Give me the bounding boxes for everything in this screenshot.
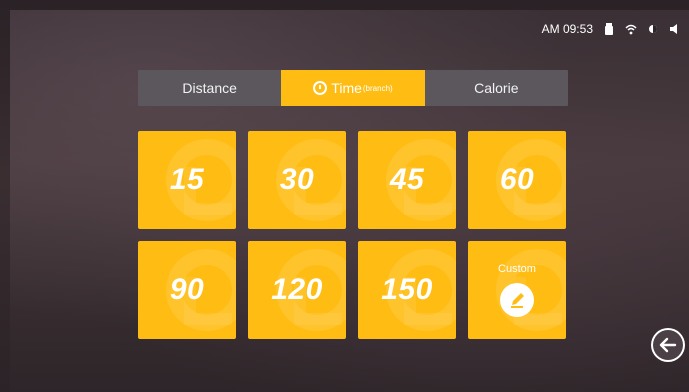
preset-tile-90[interactable]: 90 xyxy=(138,241,236,339)
volume-icon xyxy=(669,23,681,35)
preset-value: 60 xyxy=(499,163,535,196)
tab-distance-label: Distance xyxy=(182,80,237,96)
preset-value: 45 xyxy=(389,163,425,196)
mode-tabs: Distance Time (branch) Calorie xyxy=(138,70,568,106)
app-screen: AM 09:53 Distance Time (branch) Calorie xyxy=(10,10,689,392)
tab-time-unit: (branch) xyxy=(362,83,393,93)
preset-tile-15[interactable]: 15 xyxy=(138,131,236,229)
wifi-icon xyxy=(625,23,637,35)
preset-value: 120 xyxy=(271,273,323,306)
preset-tile-150[interactable]: 150 xyxy=(358,241,456,339)
usb-icon xyxy=(603,23,615,35)
preset-tile-45[interactable]: 45 xyxy=(358,131,456,229)
back-button[interactable] xyxy=(651,328,685,362)
preset-value: 30 xyxy=(279,163,315,196)
tab-calorie-label: Calorie xyxy=(474,80,519,96)
edit-icon xyxy=(500,283,534,317)
tab-time-label: Time xyxy=(331,80,362,96)
status-time: AM 09:53 xyxy=(541,22,593,36)
tab-distance[interactable]: Distance xyxy=(138,70,281,106)
tab-calorie[interactable]: Calorie xyxy=(425,70,568,106)
alarm-clock-icon xyxy=(313,81,328,95)
preset-value: 15 xyxy=(169,163,205,196)
preset-tile-120[interactable]: 120 xyxy=(248,241,346,339)
status-bar: AM 09:53 xyxy=(542,22,681,36)
arrow-left-icon xyxy=(659,337,677,353)
preset-value: 150 xyxy=(381,273,433,306)
custom-tile[interactable]: Custom xyxy=(468,241,566,339)
preset-tile-30[interactable]: 30 xyxy=(248,131,346,229)
preset-grid: 15 30 45 60 90 120 150 Custom xyxy=(138,131,566,339)
tab-time[interactable]: Time (branch) xyxy=(281,70,425,106)
brightness-icon xyxy=(647,23,659,35)
preset-tile-60[interactable]: 60 xyxy=(468,131,566,229)
custom-label: Custom xyxy=(498,263,536,275)
preset-value: 90 xyxy=(169,273,205,306)
